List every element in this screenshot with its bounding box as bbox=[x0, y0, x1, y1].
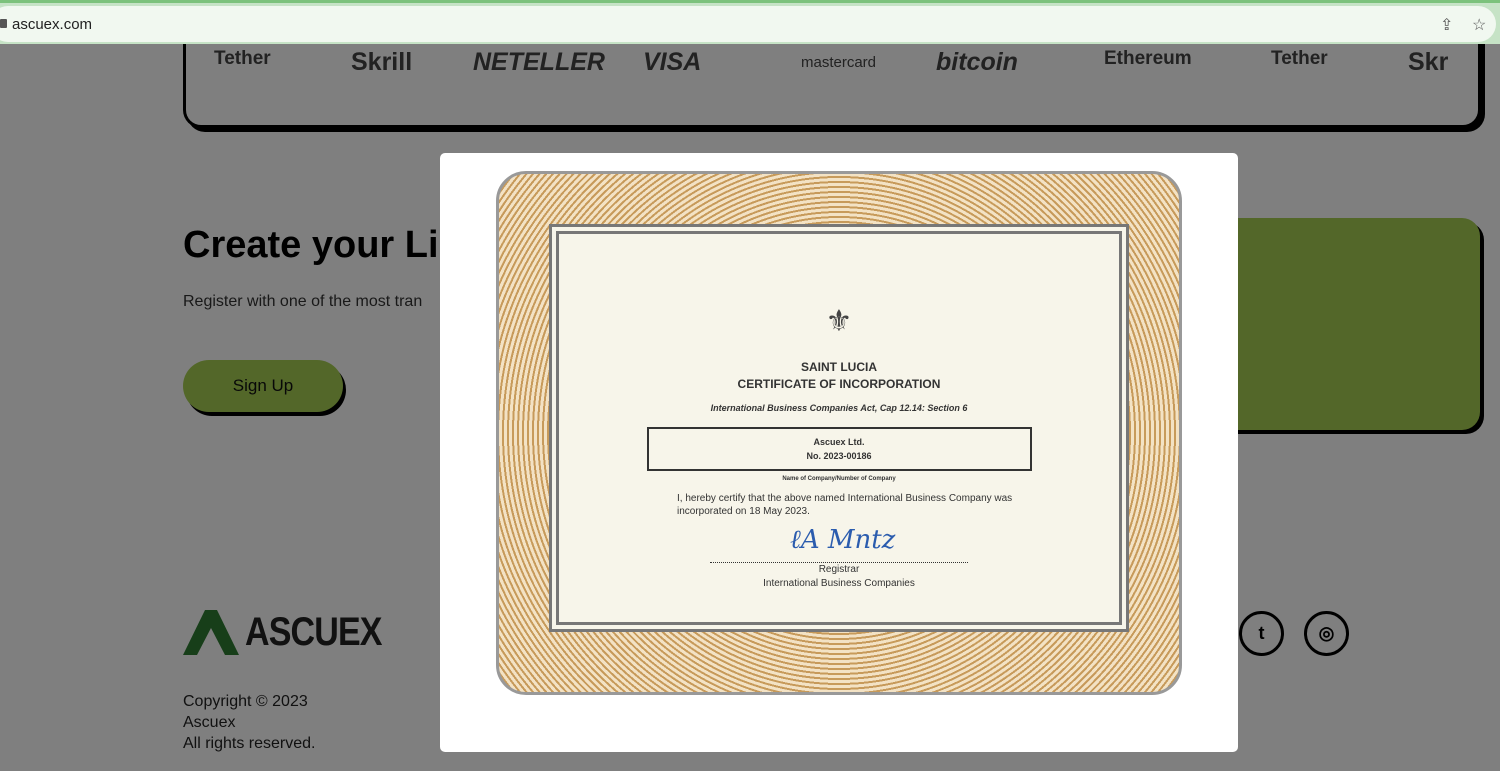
box-caption: Name of Company/Number of Company bbox=[782, 476, 896, 482]
cert-statement: I, hereby certify that the above named I… bbox=[677, 493, 1013, 517]
cert-title: CERTIFICATE OF INCORPORATION bbox=[737, 377, 941, 391]
cert-act: International Business Companies Act, Ca… bbox=[710, 403, 968, 413]
url-text[interactable]: ascuex.com bbox=[12, 16, 92, 33]
signer-title: Registrar bbox=[818, 564, 860, 575]
signer-org: International Business Companies bbox=[763, 578, 915, 589]
cert-country: SAINT LUCIA bbox=[801, 360, 877, 374]
company-name: Ascuex Ltd. bbox=[813, 437, 865, 447]
address-bar[interactable]: ascuex.com ⇪ ☆ bbox=[0, 6, 1496, 42]
share-icon[interactable]: ⇪ bbox=[1440, 15, 1453, 35]
coat-of-arms-icon: ⚜ bbox=[825, 305, 853, 338]
certificate-modal: ⚜ SAINT LUCIA CERTIFICATE OF INCORPORATIO… bbox=[440, 153, 1238, 752]
lock-icon[interactable] bbox=[0, 19, 7, 28]
certificate-body: ⚜ SAINT LUCIA CERTIFICATE OF INCORPORATIO… bbox=[549, 224, 1129, 632]
company-number: No. 2023-00186 bbox=[806, 451, 872, 461]
signature-icon: ℓA Mntz bbox=[790, 525, 896, 555]
signature-block: ℓA Mntz Registrar International Business… bbox=[710, 527, 968, 591]
browser-toolbar: ascuex.com ⇪ ☆ bbox=[0, 0, 1500, 44]
bookmark-star-icon[interactable]: ☆ bbox=[1472, 15, 1486, 35]
certificate-image: ⚜ SAINT LUCIA CERTIFICATE OF INCORPORATIO… bbox=[496, 171, 1182, 695]
company-box: Ascuex Ltd. No. 2023-00186 bbox=[646, 427, 1032, 471]
